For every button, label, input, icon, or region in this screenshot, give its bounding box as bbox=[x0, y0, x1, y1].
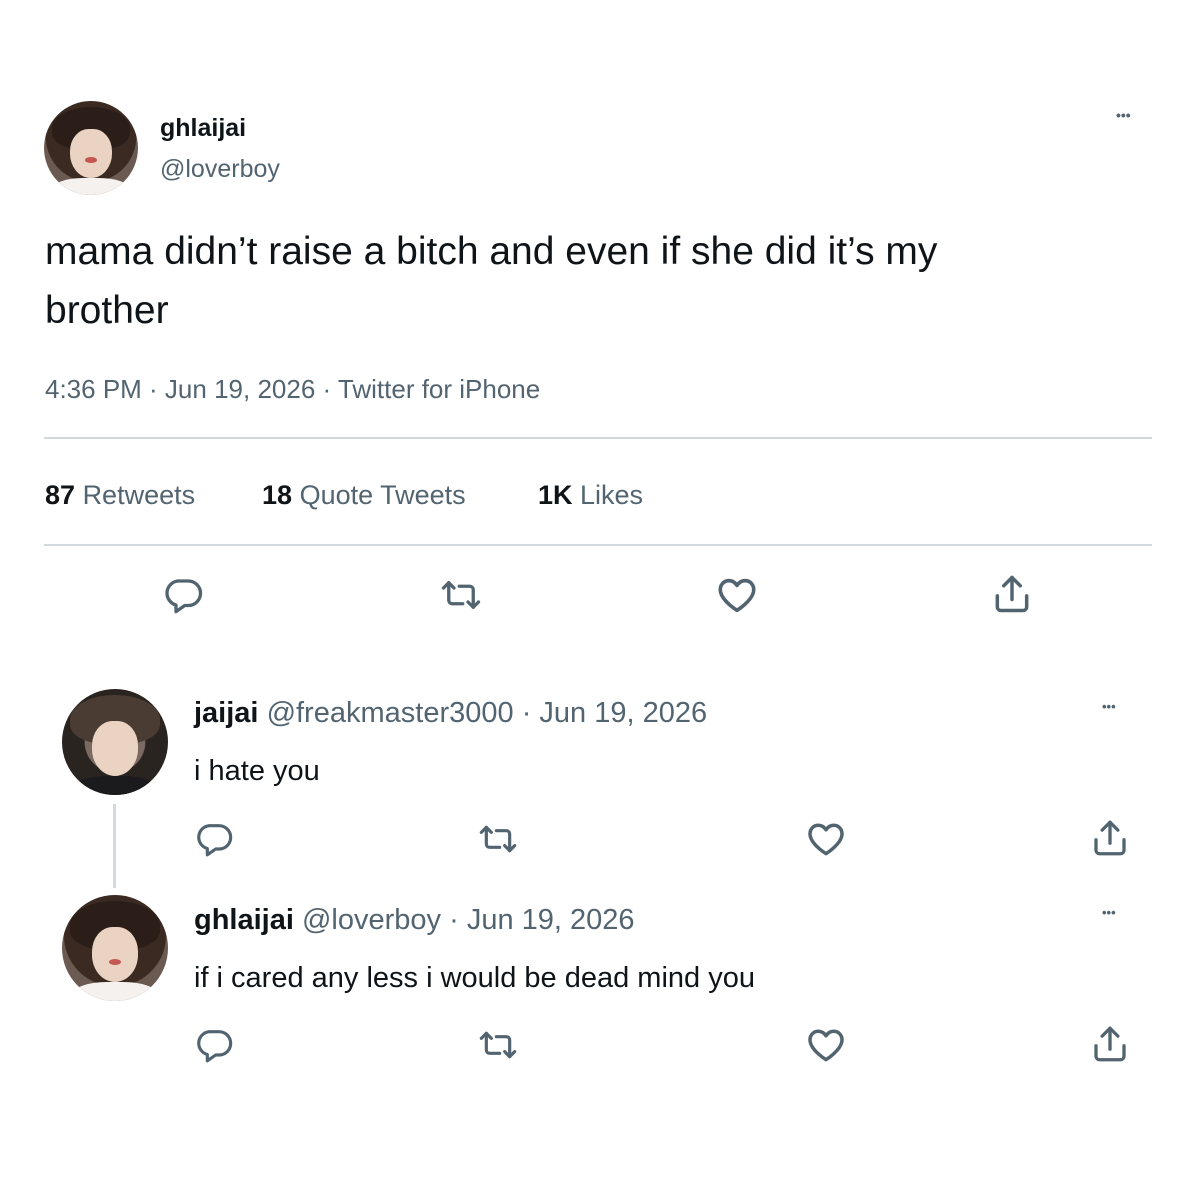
retweets-label: Retweets bbox=[82, 480, 196, 510]
avatar-face bbox=[70, 129, 112, 179]
reply-handle[interactable]: @loverboy bbox=[302, 904, 441, 936]
share-icon[interactable] bbox=[1089, 1023, 1131, 1065]
reply-display-name[interactable]: jaijai bbox=[194, 697, 259, 729]
avatar-face bbox=[91, 720, 139, 776]
retweet-icon[interactable] bbox=[438, 574, 484, 616]
avatar-lip bbox=[85, 157, 97, 164]
divider-top bbox=[44, 437, 1152, 439]
avatar-shirt bbox=[72, 981, 158, 1001]
reply-date[interactable]: · Jun 19, 2026 bbox=[522, 697, 707, 729]
avatar[interactable] bbox=[44, 101, 138, 195]
reply-text: if i cared any less i would be dead mind… bbox=[194, 962, 755, 994]
quotes-count: 18 bbox=[262, 480, 293, 510]
stat-retweets[interactable]: 87 Retweets bbox=[45, 480, 195, 511]
reply-icon[interactable] bbox=[162, 574, 204, 616]
display-name[interactable]: ghlaijai bbox=[160, 114, 246, 143]
tweet-meta[interactable]: 4:36 PM · Jun 19, 2026 · Twitter for iPh… bbox=[45, 374, 540, 405]
reply-header[interactable]: ghlaijai @loverboy · Jun 19, 2026 bbox=[194, 904, 635, 937]
avatar-shirt bbox=[53, 178, 129, 195]
handle[interactable]: @loverboy bbox=[160, 155, 280, 184]
retweet-icon[interactable] bbox=[476, 1025, 520, 1065]
reply-date[interactable]: · Jun 19, 2026 bbox=[449, 904, 634, 936]
retweets-count: 87 bbox=[45, 480, 76, 510]
reply-text: i hate you bbox=[194, 755, 320, 787]
retweet-icon[interactable] bbox=[476, 819, 520, 859]
avatar-lip bbox=[108, 958, 122, 965]
tweet-text-line-2: brother bbox=[45, 289, 169, 332]
reply-icon[interactable] bbox=[194, 819, 234, 859]
avatar-shirt bbox=[72, 775, 158, 795]
reply-display-name[interactable]: ghlaijai bbox=[194, 904, 294, 936]
heart-icon[interactable] bbox=[804, 1023, 848, 1067]
divider-bottom bbox=[44, 544, 1152, 546]
reply-avatar[interactable] bbox=[62, 689, 168, 795]
tweet-text-line-1: mama didn’t raise a bitch and even if sh… bbox=[45, 230, 938, 273]
reply-more-options-icon[interactable]: ••• bbox=[1102, 906, 1116, 919]
heart-icon[interactable] bbox=[804, 817, 848, 861]
reply-header[interactable]: jaijai @freakmaster3000 · Jun 19, 2026 bbox=[194, 697, 707, 730]
avatar-face bbox=[91, 926, 139, 982]
likes-count: 1K bbox=[538, 480, 573, 510]
heart-icon[interactable] bbox=[714, 572, 760, 618]
reply-avatar[interactable] bbox=[62, 895, 168, 1001]
share-icon[interactable] bbox=[1089, 817, 1131, 859]
share-icon[interactable] bbox=[990, 572, 1034, 616]
reply-handle[interactable]: @freakmaster3000 bbox=[267, 697, 514, 729]
reply-icon[interactable] bbox=[194, 1025, 234, 1065]
stat-likes[interactable]: 1K Likes bbox=[538, 480, 643, 511]
reply-more-options-icon[interactable]: ••• bbox=[1102, 700, 1116, 713]
more-options-icon[interactable]: ••• bbox=[1116, 108, 1131, 122]
quotes-label: Quote Tweets bbox=[299, 480, 466, 510]
likes-label: Likes bbox=[580, 480, 644, 510]
thread-connector-line bbox=[113, 804, 116, 888]
stat-quote-tweets[interactable]: 18 Quote Tweets bbox=[262, 480, 466, 511]
